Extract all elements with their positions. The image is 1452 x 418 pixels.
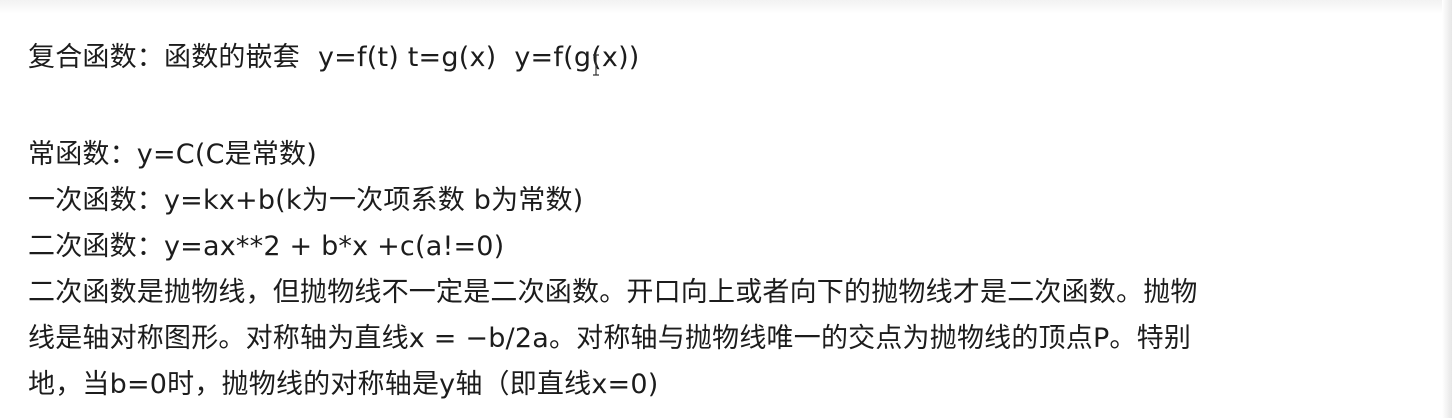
formula-y-f-t: y=f(t) — [318, 42, 399, 73]
parabola-paragraph-line-3: 地，当b=0时，抛物线的对称轴是y轴（即直线x=0) — [28, 369, 659, 400]
quadratic-function-line: 二次函数：y=ax**2 + b*x +c(a!=0) — [28, 231, 505, 262]
formula-t-g-x: t=g(x) — [407, 42, 497, 73]
right-scroll-edge — [1442, 0, 1452, 418]
formula-y-f-g-x: y=f(g(x)) — [514, 42, 640, 73]
composite-heading: 复合函数：函数的嵌套 — [28, 42, 300, 73]
parabola-paragraph-line-1: 二次函数是抛物线，但抛物线不一定是二次函数。开口向上或者向下的抛物线才是二次函数… — [28, 277, 1198, 308]
constant-function-line: 常函数：y=C(C是常数) — [28, 139, 317, 170]
linear-function-line: 一次函数：y=kx+b(k为一次项系数 b为常数) — [28, 185, 584, 216]
parabola-paragraph-line-2: 线是轴对称图形。对称轴为直线x = −b/2a。对称轴与抛物线唯一的交点为抛物线… — [28, 323, 1192, 354]
composite-function-line: 复合函数：函数的嵌套 y=f(t) t=g(x) y=f(g(x)) — [28, 38, 640, 78]
text-cursor-icon — [593, 54, 599, 76]
top-shade — [0, 0, 1452, 14]
